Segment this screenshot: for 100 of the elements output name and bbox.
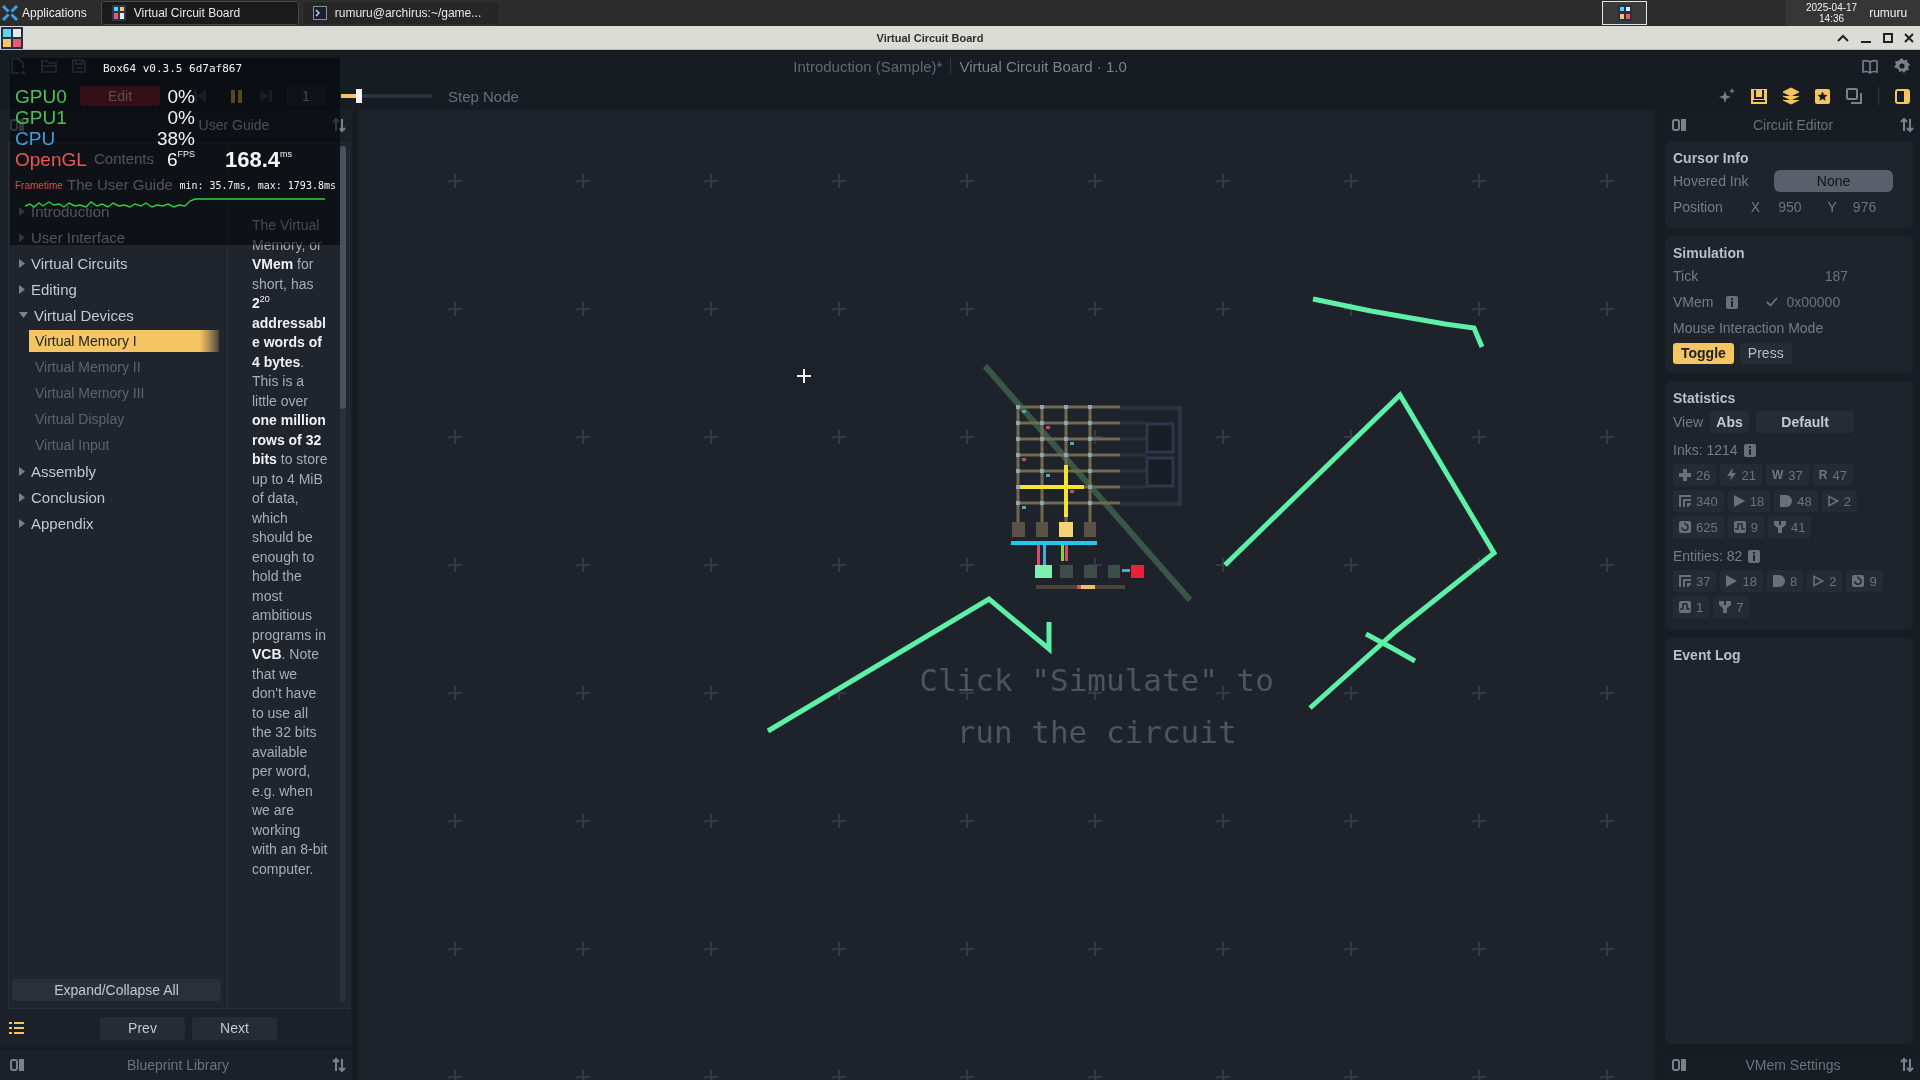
app-version-title: Virtual Circuit Board · 1.0: [959, 57, 1127, 75]
clock-time: 14:36: [1819, 13, 1845, 24]
metric-label: GPU0: [15, 86, 67, 107]
mode-button[interactable]: Toggle: [1673, 342, 1734, 364]
stat-count: 37: [1696, 573, 1711, 589]
frametime-stats: min: 35.7ms, max: 1793.8ms: [179, 179, 336, 191]
stat-count: 8: [1789, 573, 1798, 589]
list-icon[interactable]: [9, 1022, 24, 1034]
axis-label: X: [1750, 199, 1761, 215]
up-down-arrows-icon[interactable]: [1900, 1058, 1914, 1072]
crosshair-cursor-icon: [797, 369, 811, 383]
maximize-icon[interactable]: [1883, 32, 1893, 43]
square-icon[interactable]: [1895, 88, 1910, 104]
panel-title: VMem Settings: [1745, 1057, 1841, 1073]
triangle-outline-icon: [1813, 575, 1825, 587]
launcher-icon: [2, 5, 18, 21]
stat-count: 41: [1790, 519, 1806, 535]
slider-thumb[interactable]: [356, 89, 363, 103]
info-icon: [1743, 443, 1756, 457]
circular-arrow-icon: [1679, 521, 1691, 533]
close-icon[interactable]: [1904, 32, 1914, 43]
sidebar-icon: [1672, 1059, 1686, 1071]
stat-count: 2: [1843, 493, 1851, 509]
tray-button[interactable]: [1602, 1, 1647, 25]
field-label: VMem: [1673, 294, 1714, 310]
sparkle-icon[interactable]: [1719, 88, 1735, 104]
taskbar-window-button[interactable]: Virtual Circuit Board: [100, 1, 299, 25]
contents-heading: Contents: [93, 149, 154, 169]
sidebar-icon: [1672, 119, 1686, 131]
speed-slider[interactable]: [341, 89, 432, 103]
prev-button[interactable]: Prev: [100, 1016, 185, 1040]
stat-count: 18: [1742, 573, 1757, 589]
next-button[interactable]: Next: [192, 1016, 277, 1040]
section-heading: The User Guide: [67, 175, 173, 195]
app-tray-icon: [1617, 5, 1632, 21]
fps-value: 6: [166, 149, 178, 170]
metric-value: 38%: [156, 128, 195, 149]
tree-item[interactable]: Appendix: [19, 510, 94, 536]
tree-item[interactable]: Virtual Devices: [19, 302, 134, 328]
container-icon[interactable]: [1751, 88, 1767, 104]
mode-button[interactable]: Press: [1739, 342, 1792, 364]
field-label: Hovered Ink: [1673, 173, 1749, 189]
stat-count: 48: [1797, 493, 1812, 509]
stat-count: 47: [1832, 467, 1847, 483]
field-label: Position: [1673, 199, 1723, 215]
tree-item[interactable]: Virtual Circuits: [19, 250, 128, 276]
scrollbar-thumb[interactable]: [340, 146, 346, 409]
fps-unit: FPS: [177, 149, 195, 159]
position-value: 976: [1852, 199, 1877, 215]
panel-title: User Guide: [198, 117, 270, 133]
document-title: Introduction (Sample)*: [793, 57, 943, 75]
field-label: Mouse Interaction Mode: [1673, 320, 1824, 336]
stat-count: 18: [1749, 493, 1765, 509]
info-icon: [1748, 549, 1761, 563]
applications-menu-button[interactable]: Applications: [0, 1, 91, 25]
frametime-label: Frametime: [15, 179, 63, 191]
bolt-icon: [1726, 469, 1737, 481]
stat-count: 1: [1696, 599, 1704, 615]
stat-count: 37: [1788, 467, 1803, 483]
stat-count: 7: [1736, 599, 1744, 615]
tree-item[interactable]: Assembly: [19, 458, 97, 484]
stat-count: 625: [1696, 519, 1718, 535]
panel-title: Circuit Editor: [1752, 117, 1834, 133]
card-title: Cursor Info: [1673, 150, 1749, 166]
step-mode-label: Step Node: [448, 87, 519, 105]
caret-up-icon[interactable]: [1837, 33, 1849, 42]
stat-count: 2: [1829, 573, 1837, 589]
stat-count: 26: [1696, 467, 1711, 483]
tree-item[interactable]: Conclusion: [19, 484, 106, 510]
stat-heading: Entities: 82: [1673, 548, 1743, 564]
fork-icon: [1719, 601, 1732, 613]
metric-label: OpenGL: [15, 149, 87, 170]
tree-item[interactable]: Virtual Memory I: [29, 330, 219, 352]
up-down-arrows-icon[interactable]: [332, 118, 346, 132]
taskbar-window-button[interactable]: rumuru@archirus:~/game...: [301, 1, 500, 25]
tree-item[interactable]: Editing: [19, 276, 77, 302]
square-wave-icon: [1679, 601, 1691, 613]
hovered-ink-value: None: [1774, 170, 1893, 192]
card-title: Statistics: [1673, 390, 1736, 406]
app-logo-icon: [1, 26, 23, 49]
view-button[interactable]: Abs: [1710, 411, 1750, 433]
terminal-icon: [312, 6, 327, 20]
user-name: rumuru: [1869, 6, 1908, 20]
expand-collapse-button[interactable]: Expand/Collapse All: [12, 979, 221, 1001]
metric-label: CPU: [15, 128, 56, 149]
view-button[interactable]: Default: [1756, 411, 1855, 433]
up-down-arrows-icon[interactable]: [332, 1058, 346, 1072]
field-label: View: [1673, 414, 1704, 430]
up-down-arrows-icon[interactable]: [1900, 118, 1914, 132]
book-icon[interactable]: [1862, 58, 1878, 74]
axis-label: Y: [1827, 199, 1837, 215]
scrollbar[interactable]: [340, 146, 346, 1002]
settings-icon[interactable]: [1894, 58, 1910, 74]
layers-icon[interactable]: [1783, 88, 1799, 104]
star-icon[interactable]: [1815, 88, 1830, 104]
copy-icon[interactable]: [1846, 88, 1862, 104]
metric-value: 0%: [167, 86, 195, 107]
vmem-value: 0x00000: [1786, 294, 1841, 310]
window-title: Virtual Circuit Board: [876, 31, 984, 44]
info-icon: [1726, 295, 1739, 309]
